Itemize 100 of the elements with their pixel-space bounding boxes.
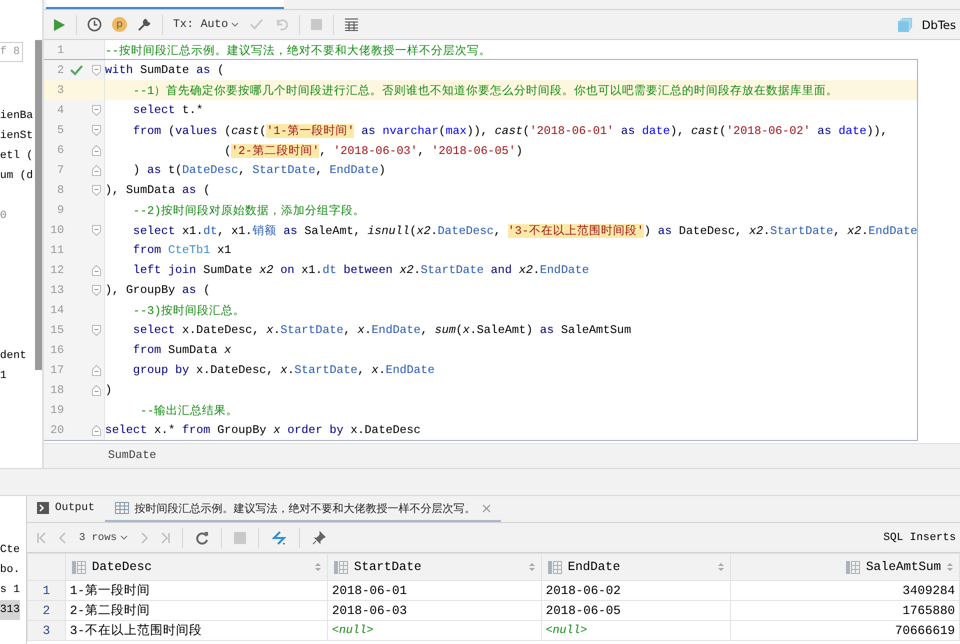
- fold-icon[interactable]: [92, 124, 100, 136]
- sort-icon[interactable]: [315, 562, 322, 572]
- code-line: ), GroupBy as (: [105, 283, 210, 297]
- wrench-icon[interactable]: [137, 17, 152, 32]
- code-line: select x.DateDesc, x.StartDate, x.EndDate, sum(x.SaleAmt) as SaleAmtSum: [132, 323, 632, 337]
- clock-icon[interactable]: [87, 17, 102, 32]
- code-line: group by x.DateDesc, x.StartDate, x.EndDate: [132, 363, 435, 377]
- code-line: ('2-第二段时间', '2018-06-03', '2018-06-05'): [223, 142, 523, 158]
- tree-item[interactable]: 313: [0, 600, 20, 620]
- code-line: --1）首先确定你要按哪几个时间段进行汇总。否则谁也不知道你要怎么分时间段。你也可以吧需要汇总的时间段存放在数据库里面。: [132, 82, 838, 98]
- table-cell: 2018-06-05: [541, 600, 731, 620]
- code-line: --按时间段汇总示例。建议写法，绝对不要和大佬教授一样不分层次写。: [105, 42, 492, 58]
- line-number: 16: [49, 344, 64, 356]
- fold-icon[interactable]: [92, 264, 100, 276]
- breadcrumb[interactable]: SumDate: [108, 449, 156, 462]
- datasource-label[interactable]: DbTes: [922, 18, 956, 32]
- line-number: 17: [49, 364, 64, 376]
- tree-item[interactable]: ienBa: [0, 106, 34, 126]
- transaction-mode-dropdown[interactable]: Tx: Auto: [173, 18, 240, 31]
- fold-icon[interactable]: [92, 164, 100, 176]
- column-icon: [548, 560, 562, 574]
- next-page-icon[interactable]: [140, 532, 148, 544]
- code-line: --输出汇总结果。: [139, 402, 238, 418]
- sort-icon[interactable]: [947, 562, 953, 572]
- tree-item[interactable]: um (d: [0, 166, 34, 186]
- table-cell: 3-不在以上范围时间段: [65, 620, 328, 640]
- column-icon: [72, 560, 86, 574]
- database-icon: [898, 18, 912, 32]
- stop-icon[interactable]: [234, 532, 246, 544]
- code-line: --2)按时间段对原始数据，添加分组字段。: [132, 202, 366, 218]
- column-header[interactable]: DateDesc: [65, 554, 328, 580]
- table-icon[interactable]: [344, 18, 360, 31]
- table-cell: <null>: [541, 620, 731, 640]
- code-line: ) as t(DateDesc, StartDate, EndDate): [132, 163, 386, 177]
- compare-arrows-icon[interactable]: [270, 530, 287, 546]
- table-cell: 2-第二段时间: [65, 600, 328, 620]
- fold-icon[interactable]: [92, 424, 100, 436]
- fold-icon[interactable]: [92, 364, 100, 376]
- sort-icon[interactable]: [528, 562, 535, 572]
- export-format-label[interactable]: SQL Inserts: [883, 532, 956, 544]
- column-header[interactable]: StartDate: [328, 554, 542, 580]
- fold-icon[interactable]: [92, 184, 100, 196]
- row-count-dropdown[interactable]: 3 rows: [79, 532, 128, 544]
- scrollbar[interactable]: [35, 40, 42, 370]
- column-icon: [334, 560, 348, 574]
- code-line: left join SumDate x2 on x1.dt between x2.StartDate and x2.EndDate: [132, 263, 590, 277]
- column-icon: [846, 560, 860, 574]
- line-number: 5: [56, 124, 64, 136]
- fold-icon[interactable]: [92, 224, 100, 236]
- row-number: 2: [28, 600, 66, 620]
- editor-tab[interactable]: [46, 0, 284, 9]
- tree-item[interactable]: dent: [0, 346, 26, 366]
- tree-item[interactable]: 0: [0, 206, 7, 226]
- previous-page-icon[interactable]: [59, 532, 67, 544]
- last-page-icon[interactable]: [160, 532, 170, 544]
- fold-icon[interactable]: [92, 104, 100, 116]
- column-header[interactable]: SaleAmtSum: [730, 554, 960, 580]
- fold-icon[interactable]: [92, 324, 100, 336]
- refresh-icon[interactable]: [194, 530, 209, 544]
- run-icon[interactable]: [52, 18, 66, 32]
- line-number: 14: [49, 304, 64, 316]
- close-icon[interactable]: [482, 504, 491, 512]
- line-number: 18: [49, 384, 64, 396]
- tree-item[interactable]: ienSt: [0, 126, 34, 146]
- line-number: 19: [49, 404, 64, 416]
- fold-icon[interactable]: [92, 64, 100, 76]
- line-number: 3: [56, 84, 64, 96]
- line-number: 12: [49, 264, 64, 276]
- output-tab[interactable]: Output: [27, 496, 105, 522]
- line-number: 4: [56, 104, 64, 116]
- fold-icon[interactable]: [92, 284, 100, 296]
- caret-icon: [231, 22, 240, 28]
- check-icon: [70, 64, 82, 76]
- row-number: 1: [28, 580, 66, 600]
- first-page-icon[interactable]: [37, 532, 47, 544]
- line-number: 20: [49, 424, 64, 436]
- code-line: from SumData x: [132, 343, 232, 357]
- row-number: 3: [28, 620, 66, 640]
- tree-item[interactable]: etl (: [0, 146, 34, 166]
- table-cell: 2018-06-03: [328, 600, 542, 620]
- pin-icon[interactable]: [312, 530, 326, 544]
- code-line: ): [105, 383, 112, 397]
- code-line: --3)按时间段汇总。: [132, 302, 246, 318]
- tree-item[interactable]: Cte: [0, 540, 20, 560]
- line-number: 1: [56, 44, 64, 56]
- caret-icon: [120, 534, 128, 540]
- fold-icon[interactable]: [92, 144, 100, 156]
- line-number: 6: [56, 144, 64, 156]
- sort-icon[interactable]: [718, 562, 724, 572]
- table-cell: 70666619: [730, 620, 960, 640]
- code-line: from (values (cast('1-第一段时间' as nvarchar(max)), cast('2018-06-01' as date), cast('2018-06-02' as date)),: [132, 122, 888, 138]
- tree-item[interactable]: s 1: [0, 580, 20, 600]
- code-line: from CteTb1 x1: [132, 243, 232, 257]
- fold-icon[interactable]: [92, 384, 100, 396]
- line-number: 9: [56, 204, 64, 216]
- line-number: 15: [49, 324, 64, 336]
- table-cell: 3409284: [730, 580, 960, 600]
- tree-item[interactable]: bo.: [0, 560, 20, 580]
- tree-item[interactable]: 1: [0, 366, 7, 386]
- column-header[interactable]: EndDate: [541, 554, 731, 580]
